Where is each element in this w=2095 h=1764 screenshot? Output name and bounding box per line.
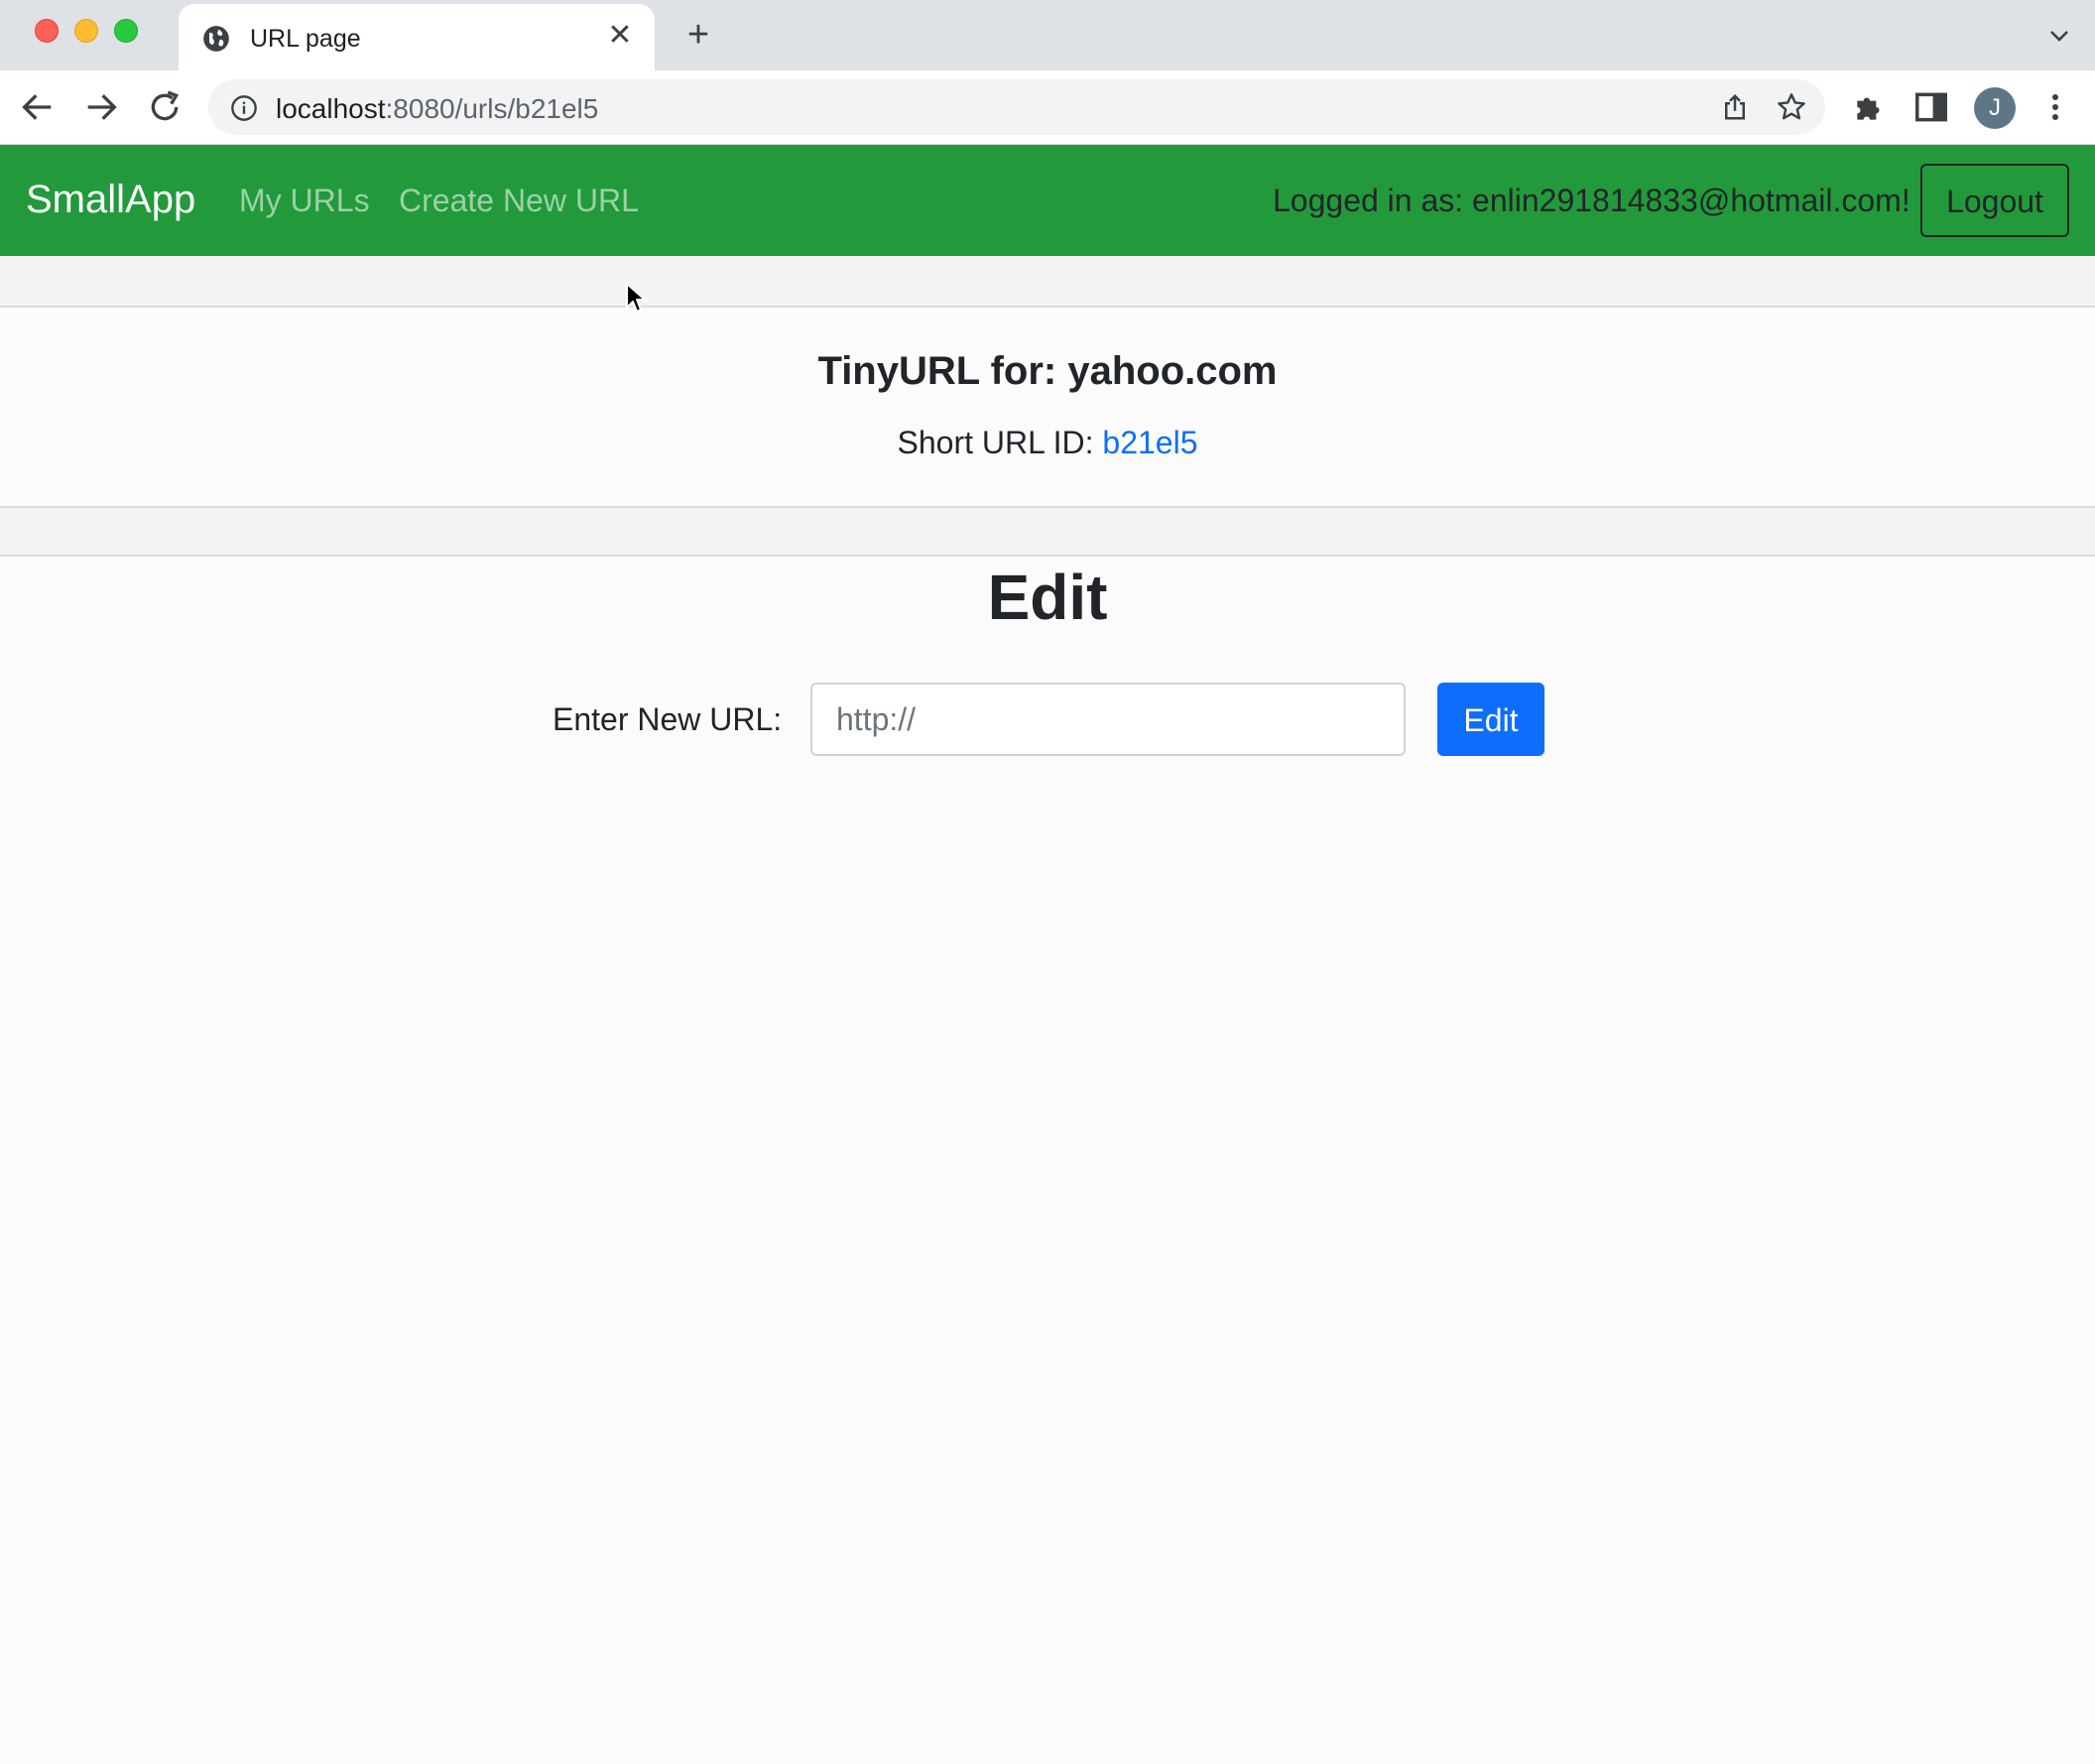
tab-title: URL page (250, 25, 361, 53)
brand-link[interactable]: SmallApp (26, 178, 195, 222)
logout-button[interactable]: Logout (1920, 164, 2069, 237)
minimize-window-button[interactable] (74, 19, 98, 43)
forward-arrow-icon[interactable] (81, 87, 121, 127)
new-url-input[interactable] (810, 683, 1406, 756)
short-url-label: Short URL ID: (897, 425, 1094, 460)
cursor-icon (625, 282, 647, 315)
edit-heading: Edit (987, 562, 1108, 633)
card-header-band (0, 256, 2095, 308)
active-tab[interactable]: URL page ✕ (179, 4, 655, 70)
url-card: TinyURL for: yahoo.com Short URL ID: b21… (0, 308, 2095, 508)
url-text: localhost:8080/urls/b21el5 (276, 93, 599, 124)
nav-link-create-new-url[interactable]: Create New URL (399, 183, 639, 219)
share-icon[interactable] (1720, 92, 1750, 122)
kebab-menu-icon[interactable] (2043, 88, 2067, 126)
nav-link-my-urls[interactable]: My URLs (239, 183, 370, 219)
puzzle-icon[interactable] (1851, 88, 1889, 126)
info-icon[interactable] (230, 94, 258, 122)
card-footer-band (0, 508, 2095, 557)
maximize-window-button[interactable] (114, 19, 138, 43)
chevron-down-icon[interactable] (2047, 24, 2071, 48)
reload-icon[interactable] (145, 87, 185, 127)
globe-icon (202, 25, 230, 53)
plus-icon[interactable]: + (680, 16, 716, 54)
browser-toolbar: localhost:8080/urls/b21el5 J (0, 70, 2095, 145)
logged-in-status: Logged in as: enlin291814833@hotmail.com… (1273, 183, 1910, 218)
app-navbar: SmallApp My URLs Create New URL Logged i… (0, 145, 2095, 256)
short-url-line: Short URL ID: b21el5 (0, 425, 2095, 461)
address-bar[interactable]: localhost:8080/urls/b21el5 (208, 79, 1825, 135)
star-icon[interactable] (1776, 91, 1807, 123)
profile-avatar[interactable]: J (1974, 87, 2016, 129)
edit-submit-button[interactable]: Edit (1437, 683, 1544, 756)
sidepanel-icon[interactable] (1912, 88, 1950, 126)
card-title: TinyURL for: yahoo.com (817, 349, 1278, 393)
short-url-link[interactable]: b21el5 (1102, 425, 1197, 460)
close-icon[interactable]: ✕ (605, 21, 635, 51)
tab-strip: URL page ✕ + (0, 0, 2095, 70)
close-window-button[interactable] (35, 19, 59, 43)
back-arrow-icon[interactable] (18, 87, 58, 127)
new-url-label: Enter New URL: (553, 701, 783, 737)
